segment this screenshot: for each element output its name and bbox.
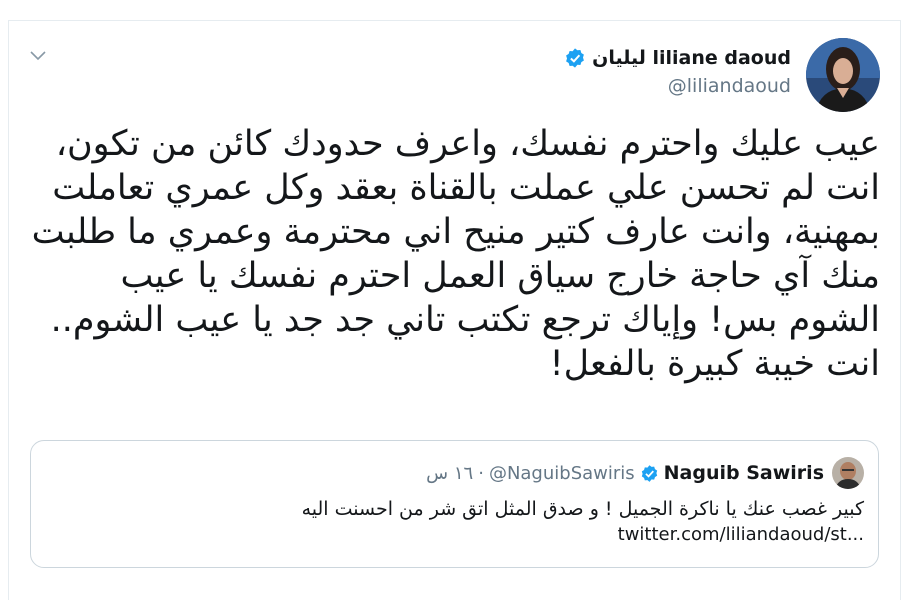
quoted-tweet-time[interactable]: ١٦ س bbox=[426, 463, 473, 484]
tweet-text: عيب عليك واحترم نفسك، واعرف حدودك كائن م… bbox=[31, 124, 880, 384]
quoted-tweet[interactable]: Naguib Sawiris @NaguibSawiris · ١٦ س كبي… bbox=[30, 440, 879, 568]
quoted-author-name[interactable]: Naguib Sawiris bbox=[664, 462, 824, 484]
verified-badge-icon bbox=[566, 48, 585, 68]
chevron-down-icon[interactable] bbox=[29, 46, 47, 64]
author-name[interactable]: ليليان liliane daoud bbox=[592, 47, 791, 69]
author-avatar[interactable] bbox=[806, 38, 880, 112]
separator-dot: · bbox=[478, 462, 484, 484]
author-name-row[interactable]: ليليان liliane daoud bbox=[564, 44, 791, 72]
verified-badge-icon bbox=[641, 464, 657, 482]
quoted-tweet-link[interactable]: twitter.com/liliandaoud/st... bbox=[64, 522, 864, 548]
quoted-author-handle[interactable]: @NaguibSawiris bbox=[489, 463, 635, 484]
quoted-author-avatar[interactable] bbox=[832, 457, 864, 489]
quoted-tweet-header: Naguib Sawiris @NaguibSawiris · ١٦ س bbox=[426, 458, 824, 488]
quoted-tweet-body: كبير غصب عنك يا ناكرة الجميل ! و صدق الم… bbox=[301, 498, 864, 520]
author-handle[interactable]: @liliandaoud bbox=[668, 75, 791, 97]
quoted-tweet-text: كبير غصب عنك يا ناكرة الجميل ! و صدق الم… bbox=[64, 496, 864, 548]
